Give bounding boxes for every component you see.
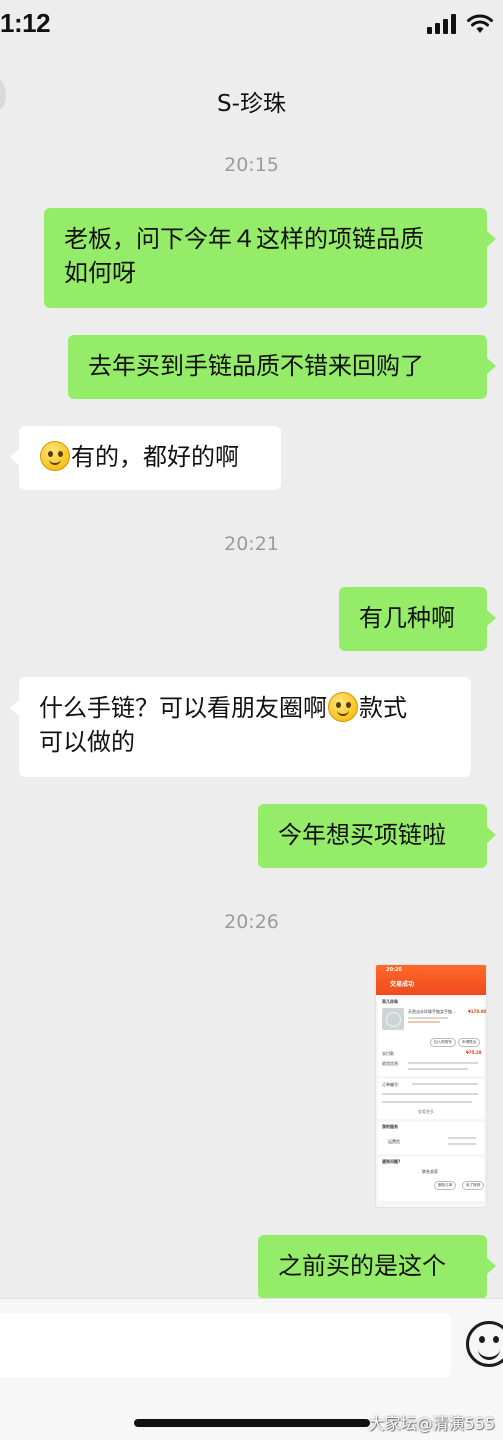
message-text: 今年想买项链啦 — [278, 821, 446, 849]
address-label: 收货信息: — [382, 1061, 400, 1066]
smile-emoji-icon — [328, 692, 358, 722]
after-sale-mini-button: 申请售后 — [458, 1038, 481, 1047]
emoji-icon[interactable] — [466, 1321, 503, 1367]
see-more-label: 查看更多 — [418, 1109, 434, 1114]
chat-title: S-珍珠 — [217, 91, 286, 117]
product-thumbnail — [382, 1008, 404, 1030]
wifi-icon — [467, 14, 493, 33]
status-icons — [427, 14, 493, 34]
order-info-card: 订单编号: 查看更多 — [378, 1079, 484, 1119]
shipping-insurance-label: 运费险 — [388, 1139, 400, 1144]
message-line: 如何呀 — [64, 259, 136, 287]
image-message[interactable]: 20:20 交易成功 菲几珍珠 天然淡水珍珠手链女手链… ¥178.00 加入购… — [375, 964, 487, 1208]
screenshot-time: 20:20 — [386, 967, 402, 973]
timestamp: 20:21 — [224, 533, 279, 555]
service-label: 我的服务 — [382, 1124, 398, 1129]
message-input[interactable] — [0, 1313, 451, 1377]
message-text: 什么手链？可以看朋友圈啊 — [39, 694, 327, 722]
paid-amount: ¥75.29 — [466, 1050, 482, 1055]
chat-header: S-珍珠 — [0, 60, 503, 136]
message-bubble-received[interactable]: 什么手链？可以看朋友圈啊 款式 可以做的 — [10, 677, 471, 777]
message-text: 有的，都好的啊 — [71, 443, 239, 471]
message-bubble-received[interactable]: 有的，都好的啊 — [10, 426, 281, 490]
signal-icon — [427, 14, 456, 34]
order-product-card: 菲几珍珠 天然淡水珍珠手链女手链… ¥178.00 加入购物车 申请售后 实付款… — [378, 998, 487, 1076]
timestamp: 20:15 — [224, 154, 279, 176]
status-bar: 1:12 — [0, 0, 503, 56]
delete-order-mini-button: 删除订单 — [434, 1181, 457, 1190]
paid-label: 实付款 — [382, 1051, 394, 1056]
message-bubble-sent[interactable]: 今年想买项链啦 — [258, 804, 496, 868]
message-bubble-sent[interactable]: 去年买到手链品质不错来回购了 — [68, 335, 496, 399]
screenshot-title: 交易成功 — [390, 981, 415, 988]
message-bubble-sent[interactable]: 有几种啊 — [339, 587, 496, 651]
help-card: 遇到问题? 联系卖家 删除订单 卖了换钱 — [378, 1157, 485, 1201]
order-number-label: 订单编号: — [382, 1082, 400, 1087]
message-text: 款式 — [359, 694, 407, 722]
message-line: 老板，问下今年４这样的项链品质 — [64, 225, 424, 253]
smile-emoji-icon — [40, 441, 70, 471]
message-bubble-sent[interactable]: 之前买的是这个 — [258, 1235, 496, 1299]
order-screenshot-header: 20:20 交易成功 — [376, 965, 486, 995]
contact-seller-label: 联系卖家 — [422, 1169, 438, 1174]
add-cart-mini-button: 加入购物车 — [430, 1038, 456, 1047]
help-label: 遇到问题? — [382, 1159, 401, 1164]
home-indicator[interactable] — [134, 1419, 370, 1427]
service-card: 我的服务 运费险 — [378, 1122, 484, 1154]
shop-name: 菲几珍珠 — [382, 999, 398, 1004]
message-text: 有几种啊 — [359, 604, 455, 632]
timestamp: 20:26 — [224, 911, 279, 933]
product-price: ¥178.00 — [468, 1009, 487, 1014]
status-time: 1:12 — [0, 8, 51, 38]
sell-mini-button: 卖了换钱 — [462, 1181, 485, 1190]
watermark: 大家坛@清演555 — [368, 1414, 495, 1433]
message-bubble-sent[interactable]: 老板，问下今年４这样的项链品质 如何呀 — [44, 208, 496, 308]
message-line: 什么手链？可以看朋友圈啊 款式 — [39, 691, 451, 725]
product-name: 天然淡水珍珠手链女手链… — [408, 1009, 456, 1014]
message-text: 之前买的是这个 — [278, 1252, 446, 1280]
message-line: 可以做的 — [39, 728, 135, 756]
message-text: 去年买到手链品质不错来回购了 — [88, 352, 424, 380]
